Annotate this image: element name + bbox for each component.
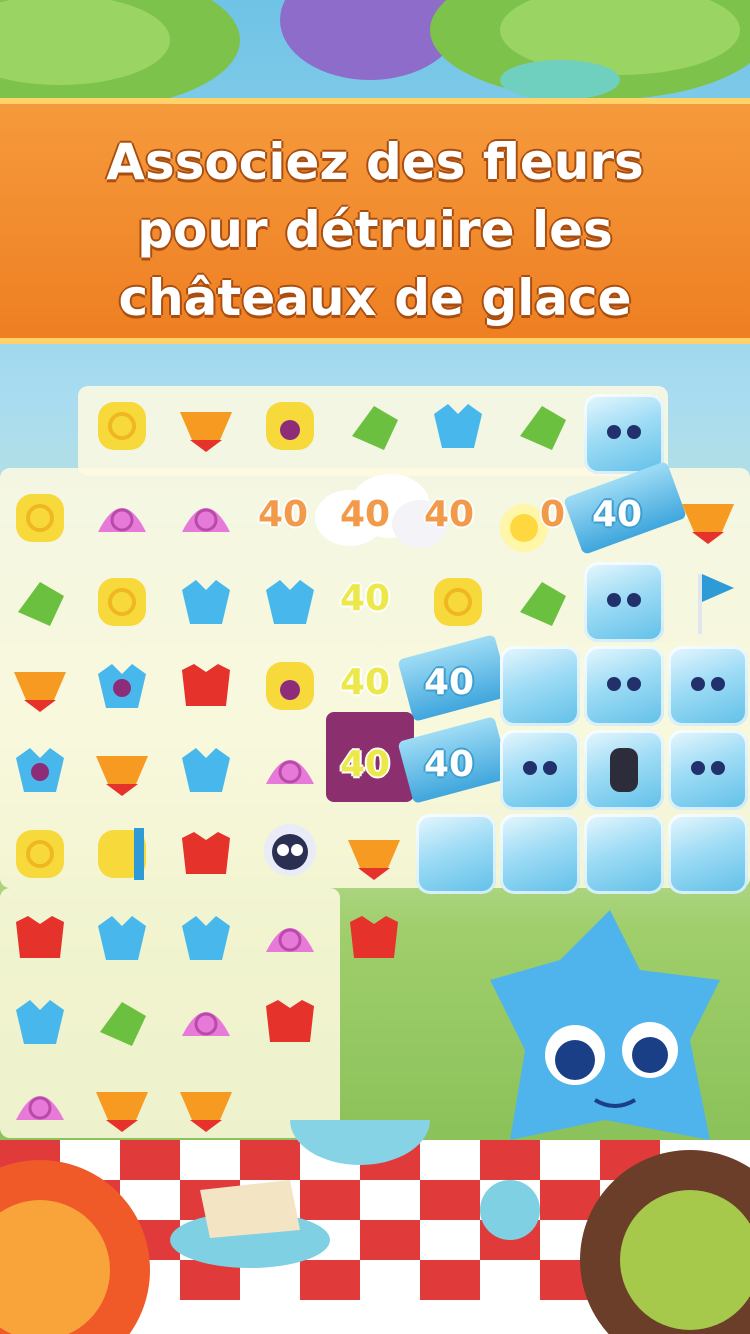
ice-block[interactable] [668,814,748,894]
monster-character[interactable] [250,808,330,888]
ice-block[interactable] [500,646,580,726]
score-popup: 40 [340,578,391,619]
gem-blue[interactable] [82,898,162,978]
gem-yellow-special[interactable] [250,386,330,466]
gem-orange[interactable] [82,730,162,810]
score-popup: 40 [592,494,643,535]
gem-green[interactable] [0,562,80,642]
banner-line-2: pour détruire les [137,201,613,259]
ice-block[interactable] [668,646,748,726]
gem-yellow[interactable] [418,562,498,642]
gem-yellow[interactable] [82,562,162,642]
gem-red[interactable] [166,646,246,726]
score-popup: 40 [340,744,391,785]
picnic-foreground [0,1120,750,1334]
gem-blue[interactable] [166,730,246,810]
promo-banner: Associez des fleurs pour détruire les ch… [0,98,750,344]
gem-pink[interactable] [166,982,246,1062]
ice-block-open[interactable] [500,814,580,894]
gem-yellow-special[interactable] [250,646,330,726]
gem-yellow[interactable] [0,478,80,558]
ice-block-open[interactable] [584,730,664,810]
gem-blue[interactable] [418,386,498,466]
gem-yellow-striped[interactable] [82,814,162,894]
gem-orange[interactable] [166,386,246,466]
banner-line-3: châteaux de glace [118,269,632,327]
ice-block[interactable] [584,646,664,726]
top-decoration [0,0,750,100]
score-popup: 40 [258,494,309,535]
gem-green[interactable] [82,982,162,1062]
score-popup: 40 [340,662,391,703]
gem-red[interactable] [334,898,414,978]
gem-red[interactable] [166,814,246,894]
gem-blue[interactable] [0,982,80,1062]
score-popup: 40 [424,662,475,703]
gem-green[interactable] [334,386,414,466]
gem-blue-special[interactable] [0,730,80,810]
ice-block[interactable] [584,814,664,894]
ice-block[interactable] [416,814,496,894]
gem-pink[interactable] [250,898,330,978]
gem-blue-special[interactable] [82,646,162,726]
gem-blue[interactable] [166,898,246,978]
gem-yellow[interactable] [82,386,162,466]
gem-red[interactable] [0,898,80,978]
score-popup: 40 [424,744,475,785]
flag-icon [698,574,734,634]
gem-yellow[interactable] [0,814,80,894]
gem-pink[interactable] [82,478,162,558]
gem-green[interactable] [502,562,582,642]
leaf-decoration-icon [0,0,750,100]
score-popup: 0 [540,494,566,535]
ice-block[interactable] [584,562,664,642]
gem-orange[interactable] [668,478,748,558]
score-popup: 40 [424,494,475,535]
ice-block[interactable] [668,730,748,810]
banner-line-1: Associez des fleurs [106,133,644,191]
gem-blue[interactable] [250,562,330,642]
gem-pink[interactable] [166,478,246,558]
score-popup: 40 [340,494,391,535]
ice-block[interactable] [584,394,664,474]
gem-red[interactable] [250,982,330,1062]
ice-block[interactable] [500,730,580,810]
gem-green[interactable] [502,386,582,466]
gem-orange[interactable] [334,814,414,894]
gem-blue[interactable] [166,562,246,642]
gem-pink[interactable] [250,730,330,810]
gem-orange[interactable] [0,646,80,726]
banner-headline: Associez des fleurs pour détruire les ch… [0,128,750,332]
picnic-scene-icon [0,1120,750,1334]
